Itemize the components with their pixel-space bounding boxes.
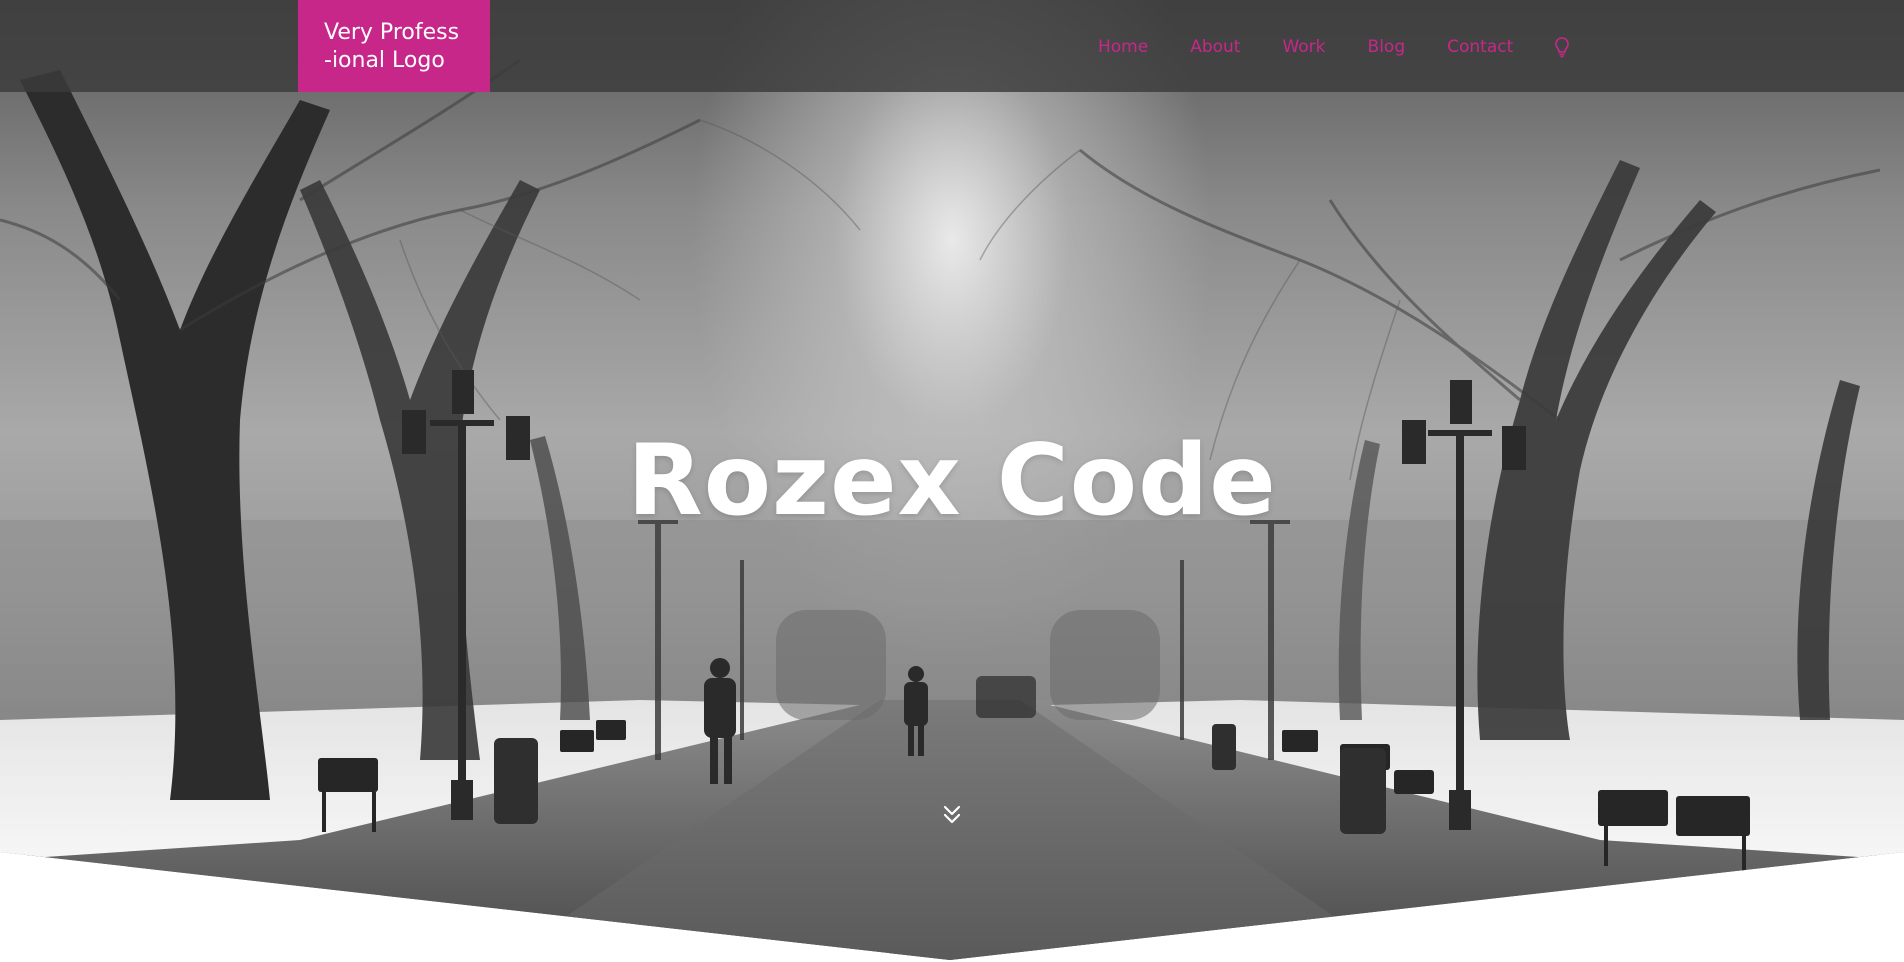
logo-line-2: -ional Logo bbox=[324, 48, 445, 73]
double-chevron-down-icon[interactable] bbox=[942, 804, 962, 826]
nav-link-about[interactable]: About bbox=[1190, 37, 1240, 57]
nav-link-blog[interactable]: Blog bbox=[1368, 37, 1406, 57]
site-logo[interactable]: Very Profess -ional Logo bbox=[298, 0, 490, 92]
top-navbar: Very Profess -ional Logo Home About Work… bbox=[0, 0, 1904, 92]
nav-link-contact[interactable]: Contact bbox=[1447, 37, 1513, 57]
lightbulb-icon[interactable] bbox=[1553, 36, 1571, 58]
nav-link-home[interactable]: Home bbox=[1098, 37, 1148, 57]
main-nav: Home About Work Blog Contact bbox=[1098, 34, 1571, 60]
nav-link-work[interactable]: Work bbox=[1282, 37, 1325, 57]
logo-line-1: Very Profess bbox=[324, 20, 460, 45]
hero-title: Rozex Code bbox=[627, 424, 1277, 538]
